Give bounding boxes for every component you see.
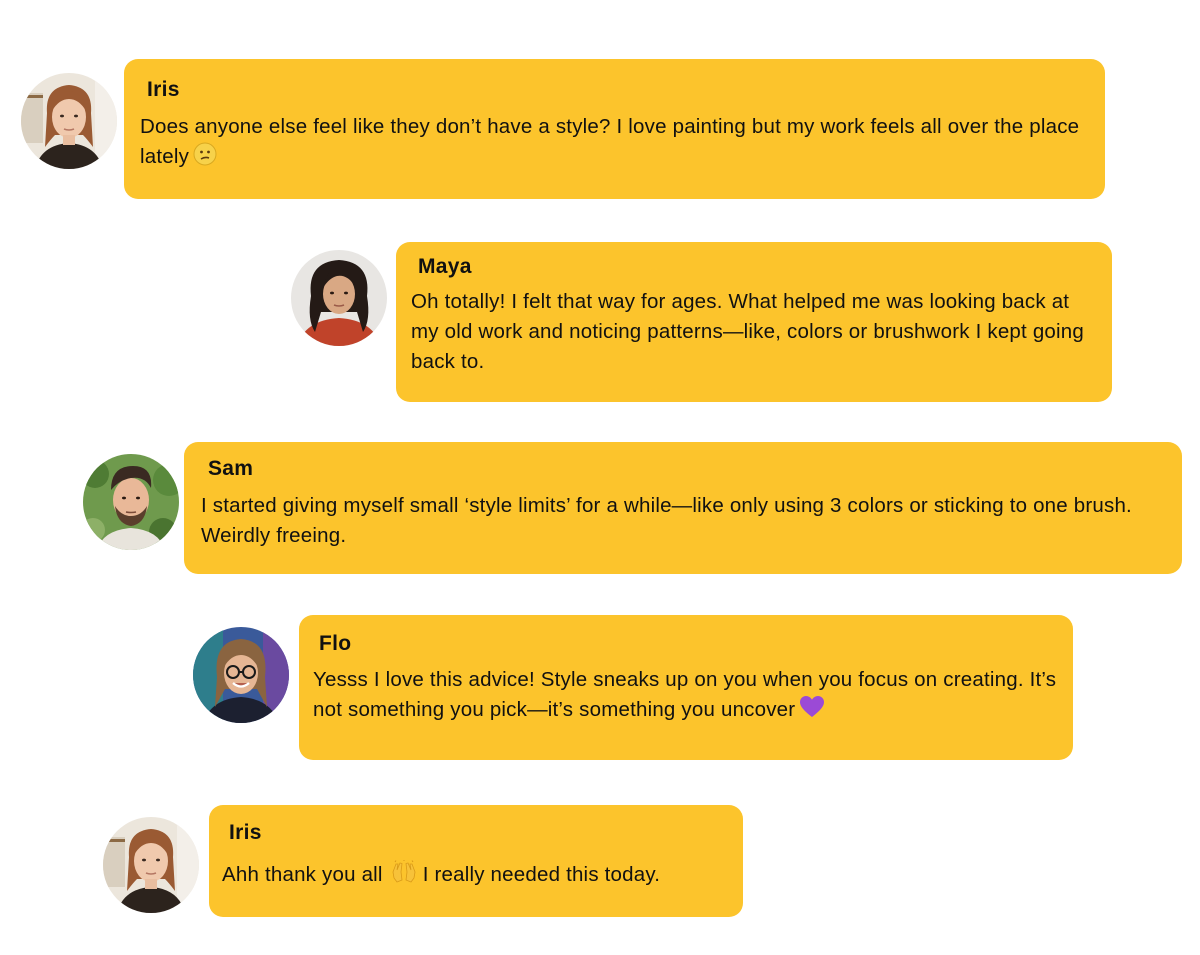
message-text: Ahh thank you all I really needed this to… <box>222 860 737 890</box>
message-text: I started giving myself small ‘style lim… <box>201 491 1169 551</box>
avatar-iris[interactable] <box>103 817 199 913</box>
avatar-sam[interactable] <box>83 454 179 550</box>
author-name: Maya <box>418 255 472 278</box>
message-bubble: Iris Ahh thank you all I really needed th… <box>209 805 743 917</box>
author-name: Sam <box>208 457 254 480</box>
confused-face-icon <box>193 142 217 166</box>
author-name: Iris <box>147 78 180 101</box>
raising-hands-icon <box>391 860 417 884</box>
message-bubble: Iris Does anyone else feel like they don… <box>124 59 1105 199</box>
message-bubble: Flo Yesss I love this advice! Style snea… <box>299 615 1073 760</box>
message-text-content: Does anyone else feel like they don’t ha… <box>140 115 1080 168</box>
author-name: Flo <box>319 632 352 655</box>
message-text-content: Yesss I love this advice! Style sneaks u… <box>313 668 1057 721</box>
message-bubble: Maya Oh totally! I felt that way for age… <box>396 242 1112 402</box>
avatar-iris[interactable] <box>21 73 117 169</box>
avatar-flo[interactable] <box>193 627 289 723</box>
author-name: Iris <box>229 821 262 844</box>
message-text-content: I started giving myself small ‘style lim… <box>201 494 1132 547</box>
message-text-content: Oh totally! I felt that way for ages. Wh… <box>411 290 1084 373</box>
message-text: Oh totally! I felt that way for ages. Wh… <box>411 287 1101 377</box>
purple-heart-icon <box>799 695 825 719</box>
avatar-maya[interactable] <box>291 250 387 346</box>
message-text-after: I really needed this today. <box>422 863 661 886</box>
message-text: Does anyone else feel like they don’t ha… <box>140 112 1090 172</box>
message-bubble: Sam I started giving myself small ‘style… <box>184 442 1182 574</box>
message-text-before: Ahh thank you all <box>222 863 383 886</box>
message-text: Yesss I love this advice! Style sneaks u… <box>313 665 1063 725</box>
